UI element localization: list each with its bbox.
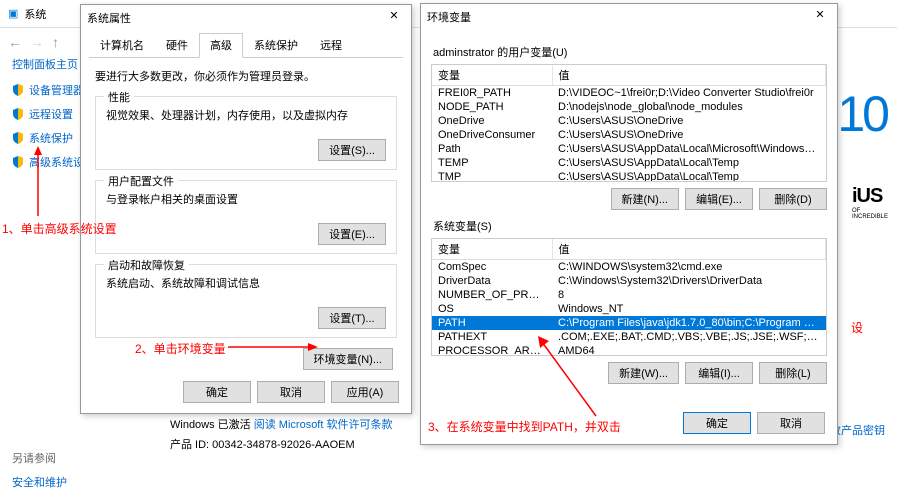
tab-1[interactable]: 硬件 bbox=[155, 33, 199, 57]
system-properties-dialog: 系统属性 ✕ 计算机名硬件高级系统保护远程 要进行大多数更改，你必须作为管理员登… bbox=[80, 4, 412, 414]
userprofile-settings-button[interactable]: 设置(E)... bbox=[318, 223, 386, 245]
table-row[interactable]: PathC:\Users\ASUS\AppData\Local\Microsof… bbox=[432, 142, 826, 156]
userprofile-group: 用户配置文件 与登录帐户相关的桌面设置 设置(E)... bbox=[95, 180, 397, 254]
shield-icon bbox=[12, 108, 24, 120]
forward-icon[interactable]: → bbox=[30, 34, 44, 50]
performance-legend: 性能 bbox=[104, 89, 134, 105]
user-delete-button[interactable]: 删除(D) bbox=[759, 188, 827, 210]
window-title: 系统 bbox=[24, 6, 46, 22]
sys-vars-buttons: 新建(W)... 编辑(I)... 删除(L) bbox=[431, 362, 827, 384]
sys-delete-button[interactable]: 删除(L) bbox=[759, 362, 827, 384]
settings-link-partial: 设 bbox=[851, 319, 863, 336]
table-row[interactable]: DriverDataC:\Windows\System32\Drivers\Dr… bbox=[432, 274, 826, 288]
system-icon: ▣ bbox=[8, 7, 18, 20]
sys-vars-table[interactable]: 变量值 ComSpecC:\WINDOWS\system32\cmd.exeDr… bbox=[432, 239, 826, 356]
windows-activation-info: Windows 已激活 阅读 Microsoft 软件许可条款 产品 ID: 0… bbox=[170, 416, 392, 452]
environment-variables-dialog: 环境变量 ✕ adminstrator 的用户变量(U) 变量值 FREI0R_… bbox=[420, 3, 838, 445]
asus-logo: iUS OF INCREDIBLE bbox=[852, 185, 892, 220]
table-row[interactable]: OneDriveC:\Users\ASUS\OneDrive bbox=[432, 114, 826, 128]
sys-vars-label: 系统变量(S) bbox=[433, 218, 827, 234]
env-titlebar: 环境变量 ✕ bbox=[421, 4, 837, 30]
user-vars-table-wrap: 变量值 FREI0R_PATHD:\VIDEOC~1\frei0r;D:\Vid… bbox=[431, 64, 827, 182]
user-edit-button[interactable]: 编辑(E)... bbox=[685, 188, 753, 210]
annotation-1: 1、单击高级系统设置 bbox=[2, 220, 117, 237]
bottom-links: 改产品密钥 bbox=[830, 422, 885, 438]
user-vars-table[interactable]: 变量值 FREI0R_PATHD:\VIDEOC~1\frei0r;D:\Vid… bbox=[432, 65, 826, 182]
environment-variables-button[interactable]: 环境变量(N)... bbox=[303, 348, 393, 370]
see-also-section: 另请参阅 安全和维护 bbox=[12, 450, 67, 498]
table-row[interactable]: NUMBER_OF_PROCESSORS8 bbox=[432, 288, 826, 302]
sys-vars-table-wrap: 变量值 ComSpecC:\WINDOWS\system32\cmd.exeDr… bbox=[431, 238, 827, 356]
table-row[interactable]: PROCESSOR_ARCHITECT...AMD64 bbox=[432, 344, 826, 356]
activation-line: Windows 已激活 阅读 Microsoft 软件许可条款 bbox=[170, 416, 392, 432]
annotation-2: 2、单击环境变量 bbox=[135, 340, 226, 357]
startup-legend: 启动和故障恢复 bbox=[104, 257, 189, 273]
table-row[interactable]: OSWindows_NT bbox=[432, 302, 826, 316]
ok-button[interactable]: 确定 bbox=[183, 381, 251, 403]
user-new-button[interactable]: 新建(N)... bbox=[611, 188, 679, 210]
user-vars-label: adminstrator 的用户变量(U) bbox=[433, 44, 827, 60]
change-product-key-link[interactable]: 改产品密钥 bbox=[830, 422, 885, 438]
performance-group: 性能 视觉效果、处理器计划，内存使用，以及虚拟内存 设置(S)... bbox=[95, 96, 397, 170]
dialog-titlebar: 系统属性 ✕ bbox=[81, 5, 411, 31]
col-value[interactable]: 值 bbox=[552, 239, 826, 260]
env-cancel-button[interactable]: 取消 bbox=[757, 412, 825, 434]
up-icon[interactable]: ↑ bbox=[52, 34, 59, 50]
col-value[interactable]: 值 bbox=[552, 65, 826, 86]
table-row[interactable]: ComSpecC:\WINDOWS\system32\cmd.exe bbox=[432, 260, 826, 275]
env-ok-button[interactable]: 确定 bbox=[683, 412, 751, 434]
table-row[interactable]: TMPC:\Users\ASUS\AppData\Local\Temp bbox=[432, 170, 826, 182]
sys-new-button[interactable]: 新建(W)... bbox=[608, 362, 679, 384]
back-icon[interactable]: ← bbox=[8, 34, 22, 50]
admin-note: 要进行大多数更改，你必须作为管理员登录。 bbox=[95, 68, 397, 84]
userprofile-desc: 与登录帐户相关的桌面设置 bbox=[106, 191, 386, 207]
cancel-button[interactable]: 取消 bbox=[257, 381, 325, 403]
table-row[interactable]: FREI0R_PATHD:\VIDEOC~1\frei0r;D:\Video C… bbox=[432, 86, 826, 101]
dialog-body: 要进行大多数更改，你必须作为管理员登录。 性能 视觉效果、处理器计划，内存使用，… bbox=[81, 58, 411, 380]
user-vars-buttons: 新建(N)... 编辑(E)... 删除(D) bbox=[431, 188, 827, 210]
sys-edit-button[interactable]: 编辑(I)... bbox=[685, 362, 753, 384]
close-icon[interactable]: ✕ bbox=[383, 9, 405, 27]
userprofile-legend: 用户配置文件 bbox=[104, 173, 178, 189]
tabs: 计算机名硬件高级系统保护远程 bbox=[89, 33, 403, 58]
table-row[interactable]: NODE_PATHD:\nodejs\node_global\node_modu… bbox=[432, 100, 826, 114]
dialog-footer: 确定 取消 应用(A) bbox=[183, 381, 399, 403]
shield-icon bbox=[12, 132, 24, 144]
product-id: 产品 ID: 00342-34878-92026-AAOEM bbox=[170, 436, 392, 452]
shield-icon bbox=[12, 156, 24, 168]
annotation-3: 3、在系统变量中找到PATH，并双击 bbox=[428, 418, 621, 435]
table-row[interactable]: PATHEXT.COM;.EXE;.BAT;.CMD;.VBS;.VBE;.JS… bbox=[432, 330, 826, 344]
table-row[interactable]: OneDriveConsumerC:\Users\ASUS\OneDrive bbox=[432, 128, 826, 142]
tab-0[interactable]: 计算机名 bbox=[89, 33, 155, 57]
col-variable[interactable]: 变量 bbox=[432, 65, 552, 86]
apply-button[interactable]: 应用(A) bbox=[331, 381, 399, 403]
dialog-title: 系统属性 bbox=[87, 10, 131, 26]
env-body: adminstrator 的用户变量(U) 变量值 FREI0R_PATHD:\… bbox=[421, 30, 837, 390]
table-row[interactable]: PATHC:\Program Files\java\jdk1.7.0_80\bi… bbox=[432, 316, 826, 330]
license-link[interactable]: 阅读 Microsoft 软件许可条款 bbox=[254, 419, 393, 431]
col-variable[interactable]: 变量 bbox=[432, 239, 552, 260]
shield-icon bbox=[12, 84, 24, 96]
performance-desc: 视觉效果、处理器计划，内存使用，以及虚拟内存 bbox=[106, 107, 386, 123]
tab-4[interactable]: 远程 bbox=[309, 33, 353, 57]
startup-group: 启动和故障恢复 系统启动、系统故障和调试信息 设置(T)... bbox=[95, 264, 397, 338]
startup-desc: 系统启动、系统故障和调试信息 bbox=[106, 275, 386, 291]
tab-2[interactable]: 高级 bbox=[199, 33, 243, 58]
tab-3[interactable]: 系统保护 bbox=[243, 33, 309, 57]
startup-settings-button[interactable]: 设置(T)... bbox=[318, 307, 386, 329]
table-row[interactable]: TEMPC:\Users\ASUS\AppData\Local\Temp bbox=[432, 156, 826, 170]
env-title: 环境变量 bbox=[427, 9, 471, 25]
see-also-title: 另请参阅 bbox=[12, 450, 67, 466]
performance-settings-button[interactable]: 设置(S)... bbox=[318, 139, 386, 161]
close-icon[interactable]: ✕ bbox=[809, 8, 831, 26]
env-footer: 确定 取消 bbox=[683, 412, 825, 434]
security-maintenance-link[interactable]: 安全和维护 bbox=[12, 474, 67, 490]
